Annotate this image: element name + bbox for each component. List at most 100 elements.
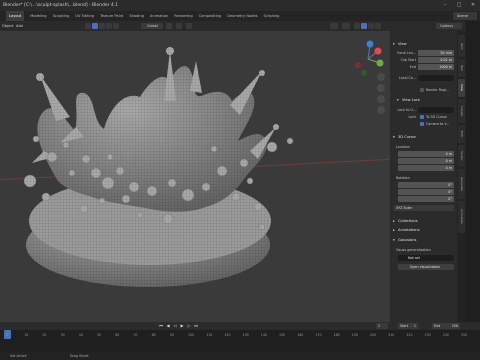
add-menu[interactable]: Add [16,23,23,29]
lock-cursor-row[interactable]: Lock To 3D Cursor [394,114,454,120]
options-dropdown[interactable]: Options [436,23,462,29]
clip-start-field[interactable]: 0.01 m [418,57,454,63]
lock-object-field[interactable] [418,107,454,113]
start-frame-field[interactable]: Start 1 [398,323,418,329]
close-icon[interactable]: ✕ [466,0,480,11]
splash-sculpt-mesh[interactable] [0,31,390,322]
shading-material-icon[interactable] [368,23,374,29]
tab-generate[interactable]: Generate [458,169,465,199]
cursor-rot-y-row[interactable]: Y 0° [394,189,454,195]
workspace-tab-sculpting[interactable]: Sculpting [53,11,70,21]
play-icon[interactable]: ▶ [179,323,185,329]
cursor-tool-icon[interactable] [85,23,91,29]
local-camera-row[interactable]: Local Ca... [394,75,454,81]
maximize-icon[interactable]: □ [452,0,466,11]
jump-start-icon[interactable]: ⏮ [158,323,164,329]
workspace-tab-rendering[interactable]: Rendering [174,11,192,21]
rotation-mode-row[interactable]: XYZ Euler [394,205,454,211]
xray-icon[interactable] [342,23,350,29]
workspace-tab-texture-paint[interactable]: Texture Paint [100,11,123,21]
focal-length-row[interactable]: Focal Len... 50 mm [394,50,454,56]
to-3d-cursor-checkbox[interactable] [420,115,424,119]
mode-menu[interactable]: Object [2,23,14,29]
annotations-section-header[interactable]: Annotations [392,227,420,234]
camera-view-icon[interactable] [377,95,385,103]
timeline[interactable]: 0 10 20 30 40 50 60 70 80 90 100 110 120 130 140 150 160… [0,330,480,352]
tab-view[interactable]: View [458,79,465,97]
rotate-tool-icon[interactable] [106,23,112,29]
step-forward-icon[interactable]: ▷ [186,323,192,329]
not-set-row[interactable]: Not set [394,255,454,261]
not-set-field[interactable]: Not set [398,255,454,261]
open-visualization-row[interactable]: Open visualization [394,264,454,270]
cursor-loc-z-row[interactable]: Z 0 m [394,165,454,171]
cursor-rot-x-row[interactable]: X 0° [394,182,454,188]
workspace-tab-scripting[interactable]: Scripting [263,11,279,21]
scene-selector[interactable]: Scene [453,12,477,20]
cursor-loc-z-field[interactable]: 0 m [398,165,454,171]
workspace-tab-animation[interactable]: Animation [150,11,168,21]
3d-cursor-section-header[interactable]: 3D Cursor [392,134,416,141]
local-camera-field[interactable] [418,75,454,81]
cursor-loc-x-field[interactable]: 0 m [398,151,454,157]
pivot-icon[interactable] [166,23,172,29]
cursor-rot-x-field[interactable]: 0° [398,182,454,188]
workspace-tab-shading[interactable]: Shading [129,11,144,21]
jump-end-icon[interactable]: ⏭ [193,323,199,329]
gaussians-section-header[interactable]: Gaussians [392,237,416,244]
clip-end-field[interactable]: 1000 m [418,64,454,70]
cursor-rot-z-row[interactable]: Z 0° [394,196,454,202]
play-reverse-icon[interactable]: ◁ [172,323,178,329]
proportional-edit-icon[interactable] [186,23,192,29]
camera-to-view-checkbox[interactable] [420,122,424,126]
snap-icon[interactable] [176,23,182,29]
orientation-dropdown[interactable]: Global [141,23,163,29]
navigation-gizmo[interactable] [355,40,384,77]
shading-rendered-icon[interactable] [375,23,381,29]
tab-animation[interactable]: Animation [458,201,465,233]
clip-start-row[interactable]: Clip Start 0.01 m [394,57,454,63]
open-visualization-button[interactable]: Open visualization [398,264,454,270]
move-tool-icon[interactable] [99,23,105,29]
status-bar: Set Active Drag Sheet [0,352,480,360]
view-lock-section-header[interactable]: View Lock [396,97,420,104]
cursor-loc-y-row[interactable]: Y 0 m [394,158,454,164]
render-region-checkbox[interactable] [420,88,424,92]
tab-item[interactable]: Item [458,35,465,57]
view-section-header[interactable]: View [392,41,407,48]
collections-section-header[interactable]: Collections [392,218,418,225]
tab-sculpt[interactable]: Sculpt [458,145,465,167]
cursor-loc-y-field[interactable]: 0 m [398,158,454,164]
scale-tool-icon[interactable] [113,23,119,29]
cursor-rot-y-field[interactable]: 0° [398,189,454,195]
current-frame-field[interactable]: 1 [376,323,388,329]
tab-edit[interactable]: Edit [458,125,465,143]
workspace-tab-modeling[interactable]: Modeling [30,11,46,21]
zoom-icon[interactable] [377,73,385,81]
overlay-icon[interactable] [330,23,338,29]
workspace-tab-compositing[interactable]: Compositing [199,11,222,21]
tab-tool[interactable]: Tool [458,59,465,77]
select-tool-icon[interactable] [92,23,98,29]
workspace-tab-uv-editing[interactable]: UV Editing [75,11,94,21]
pan-hand-icon[interactable] [377,84,385,92]
end-frame-field[interactable]: End 250 [432,323,460,329]
camera-to-view-row[interactable]: Camera to V... [394,121,454,127]
workspace-tab-geometry-nodes[interactable]: Geometry Nodes [227,11,257,21]
shading-solid-icon[interactable] [361,23,367,29]
render-region-row[interactable]: Render Regi... [394,87,454,93]
clip-end-row[interactable]: End 1000 m [394,64,454,70]
tab-create[interactable]: Create [458,99,465,123]
cursor-loc-x-row[interactable]: X 0 m [394,151,454,157]
timeline-tick: 40 [78,333,83,337]
3d-viewport[interactable] [0,31,390,322]
workspace-tab-layout[interactable]: Layout [6,11,25,21]
cursor-rot-z-field[interactable]: 0° [398,196,454,202]
focal-length-field[interactable]: 50 mm [418,50,454,56]
rotation-mode-dropdown[interactable]: XYZ Euler [394,205,454,211]
lock-object-row[interactable]: Lock to O... [394,107,454,113]
step-back-icon[interactable]: ◀ [165,323,171,329]
shading-wireframe-icon[interactable] [354,23,360,29]
perspective-toggle-icon[interactable] [377,106,385,114]
minimize-icon[interactable]: – [438,0,452,11]
